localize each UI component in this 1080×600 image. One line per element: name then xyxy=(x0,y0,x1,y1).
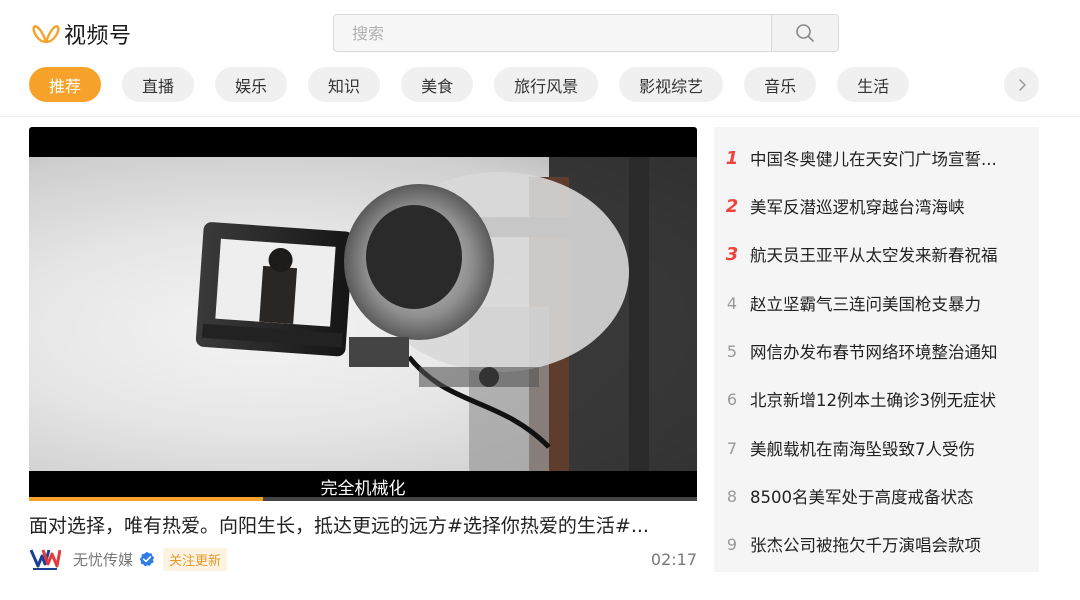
top-bar: 视频号 推荐 直播 娱乐 知识 美食 旅行风景 影视综艺 音乐 生活 xyxy=(0,0,1080,117)
verified-badge-icon xyxy=(139,551,155,567)
list-item[interactable]: 7 美舰载机在南海坠毁致7人受伤 xyxy=(714,424,1039,472)
hot-item-title: 中国冬奥健儿在天安门广场宣誓... xyxy=(750,150,997,169)
tab-knowledge[interactable]: 知识 xyxy=(308,67,381,102)
rank-number: 1 xyxy=(725,147,739,169)
list-item[interactable]: 3 航天员王亚平从太空发来新春祝福 xyxy=(714,230,1039,278)
tab-film-variety[interactable]: 影视综艺 xyxy=(619,67,724,102)
list-item[interactable]: 8 8500名美军处于高度戒备状态 xyxy=(714,472,1039,520)
video-duration: 02:17 xyxy=(650,549,697,569)
rank-number: 8 xyxy=(726,486,738,506)
video-title[interactable]: 面对选择，唯有热爱。向阳生长，抵达更远的远方#选择你热爱的生活#... xyxy=(29,511,699,538)
list-item[interactable]: 2 美军反潜巡逻机穿越台湾海峡 xyxy=(714,182,1039,230)
search-input[interactable] xyxy=(334,15,771,51)
rank-number: 4 xyxy=(726,293,738,313)
list-item[interactable]: 1 中国冬奥健儿在天安门广场宣誓... xyxy=(714,134,1039,182)
rank-number: 9 xyxy=(726,534,738,554)
video-meta: 无忧传媒 关注更新 02:17 xyxy=(29,546,697,572)
video-progress-fill xyxy=(29,497,263,501)
video-frame xyxy=(29,157,697,471)
search-button[interactable] xyxy=(771,15,838,51)
rank-number: 5 xyxy=(726,341,738,361)
hot-item-title: 美舰载机在南海坠毁致7人受伤 xyxy=(750,440,975,459)
hot-item-title: 北京新增12例本土确诊3例无症状 xyxy=(750,391,996,410)
app-title: 视频号 xyxy=(64,24,132,49)
search-bar xyxy=(333,14,839,52)
tabs-fade xyxy=(968,67,992,102)
rank-number: 2 xyxy=(725,195,739,217)
hot-item-title: 张杰公司被拖欠千万演唱会款项 xyxy=(750,536,981,555)
list-item[interactable]: 9 张杰公司被拖欠千万演唱会款项 xyxy=(714,520,1039,568)
list-item[interactable]: 4 赵立坚霸气三连问美国枪支暴力 xyxy=(714,279,1039,327)
search-icon xyxy=(796,24,814,42)
list-item[interactable]: 6 北京新增12例本土确诊3例无症状 xyxy=(714,375,1039,423)
follow-update-button[interactable]: 关注更新 xyxy=(163,547,228,571)
rank-number: 3 xyxy=(725,243,739,265)
category-tabs: 推荐 直播 娱乐 知识 美食 旅行风景 影视综艺 音乐 生活 xyxy=(29,67,930,102)
app-logo[interactable]: 视频号 xyxy=(32,19,132,49)
tabs-next-button[interactable] xyxy=(1004,67,1039,102)
hot-item-title: 航天员王亚平从太空发来新春祝福 xyxy=(750,246,998,265)
tab-entertainment[interactable]: 娱乐 xyxy=(215,67,288,102)
tab-life[interactable]: 生活 xyxy=(837,67,910,102)
rank-number: 6 xyxy=(726,389,738,409)
video-player[interactable]: 完全机械化 xyxy=(29,127,697,501)
butterfly-logo-icon xyxy=(32,25,60,44)
video-progress-bar[interactable] xyxy=(29,497,697,501)
hot-item-title: 网信办发布春节网络环境整治通知 xyxy=(750,343,998,362)
hot-item-title: 美军反潜巡逻机穿越台湾海峡 xyxy=(750,198,965,217)
hot-item-title: 8500名美军处于高度戒备状态 xyxy=(750,488,974,507)
hot-item-title: 赵立坚霸气三连问美国枪支暴力 xyxy=(750,295,981,314)
list-item[interactable]: 5 网信办发布春节网络环境整治通知 xyxy=(714,327,1039,375)
tab-recommend[interactable]: 推荐 xyxy=(29,67,102,102)
tab-travel[interactable]: 旅行风景 xyxy=(494,67,599,102)
chevron-right-icon xyxy=(1018,78,1026,91)
rank-number: 7 xyxy=(726,438,738,458)
author-name[interactable]: 无忧传媒 xyxy=(73,549,133,570)
hot-search-list: 1 中国冬奥健儿在天安门广场宣誓... 2 美军反潜巡逻机穿越台湾海峡 3 航天… xyxy=(714,127,1039,572)
tab-food[interactable]: 美食 xyxy=(401,67,474,102)
camera-scene-image xyxy=(195,157,697,471)
author-avatar[interactable] xyxy=(29,546,61,572)
tab-live[interactable]: 直播 xyxy=(122,67,195,102)
tab-music[interactable]: 音乐 xyxy=(744,67,817,102)
